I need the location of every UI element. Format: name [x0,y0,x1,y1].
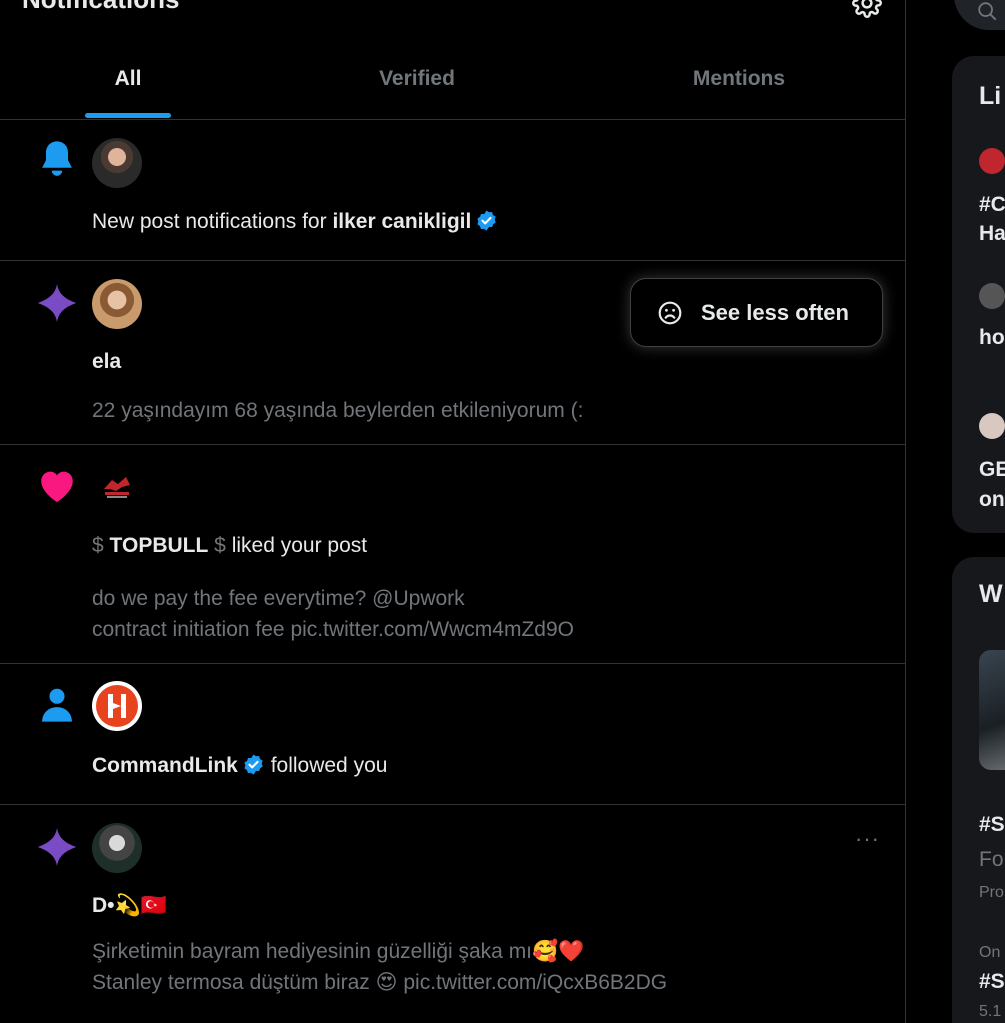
user-name[interactable]: ela [92,350,121,374]
trend-tag[interactable]: #S [979,813,1005,837]
topbull-logo-icon [104,477,130,498]
tab-verified[interactable]: Verified [256,40,578,120]
notification-text: CommandLink followed you [92,753,387,778]
tab-all-label: All [114,67,142,90]
notification-item[interactable]: CommandLink followed you [0,664,906,805]
avatar[interactable] [92,823,142,873]
notification-tabs: All Verified Mentions [0,40,906,120]
notifications-column: Notifications All Verified Mentions New … [0,0,906,1023]
avatar[interactable] [979,413,1005,439]
trend-context: On [979,944,1001,961]
more-options-button[interactable]: ··· [855,826,880,852]
person-icon [42,688,72,722]
commandlink-logo-icon [96,685,138,727]
user-name[interactable]: ilker canikligil [332,210,471,233]
post-text-line-1: do we pay the fee everytime? @Upwork [92,587,465,610]
trend-count: 5.1 [979,1003,1002,1020]
whats-happening-title: W [979,580,1003,608]
tab-mentions-label: Mentions [692,67,786,90]
avatar[interactable] [92,138,142,188]
notification-item[interactable]: New post notifications for ilker canikli… [0,121,906,261]
avatar[interactable] [92,681,142,731]
heart-icon [41,471,73,503]
live-card-title: Li [979,82,1002,110]
user-name[interactable]: D•💫🇹🇷 [92,894,167,918]
avatar[interactable] [92,279,142,329]
trend-line: Fo [979,848,1004,871]
verified-badge-icon [477,210,497,231]
verified-badge-icon [244,754,263,775]
live-item-line-2[interactable]: Ha [979,222,1005,246]
notification-text: New post notifications for ilker canikli… [92,209,498,234]
sparkle-icon [37,283,77,323]
post-text: 22 yaşındayım 68 yaşında beylerden etkil… [92,399,584,422]
notification-prefix: New post notifications for [92,210,333,233]
bell-icon [42,141,72,176]
live-item-line-1[interactable]: #C [979,193,1005,217]
action-text: liked your post [231,534,368,557]
see-less-often-label: See less often [701,299,849,325]
name-prefix: $ [92,534,104,557]
right-sidebar: Li #C Ha ho GE on W #S Fo Pro On #S 5.1 [906,0,1005,1023]
notification-item[interactable]: D•💫🇹🇷 Şirketimin bayram hediyesinin güze… [0,805,906,1023]
tab-all[interactable]: All [0,40,256,120]
live-item-line-1[interactable]: GE [979,458,1005,482]
search-icon [978,2,997,21]
user-name[interactable]: TOPBULL [110,534,209,557]
notification-item[interactable]: $ TOPBULL $ liked your post do we pay th… [0,445,906,664]
settings-gear-icon[interactable] [852,0,882,18]
frown-icon [658,301,682,324]
tab-mentions[interactable]: Mentions [578,40,900,120]
action-text: followed you [270,754,388,777]
tab-active-indicator [85,113,171,118]
live-item-line-1[interactable]: ho [979,326,1005,350]
post-text-line-2: contract initiation fee pic.twitter.com/… [92,618,574,641]
avatar[interactable] [92,463,142,513]
tab-verified-label: Verified [379,67,455,90]
user-name[interactable]: CommandLink [92,754,238,777]
live-item-line-2[interactable]: on [979,488,1005,512]
notification-text: $ TOPBULL $ liked your post [92,534,367,558]
page-title: Notifications [22,0,179,15]
name-suffix: $ [214,534,226,557]
avatar[interactable] [979,148,1005,174]
trend-tag[interactable]: #S [979,970,1005,994]
trend-image[interactable] [979,650,1005,770]
see-less-often-button[interactable]: See less often [630,278,883,347]
trend-line: Pro [979,884,1004,901]
sparkle-icon [37,827,77,867]
search-input[interactable] [954,0,1005,30]
avatar[interactable] [979,283,1005,309]
post-text-line-2: Stanley termosa düştüm biraz 😍 pic.twitt… [92,971,668,994]
post-text-line-1: Şirketimin bayram hediyesinin güzelliği … [92,940,585,963]
